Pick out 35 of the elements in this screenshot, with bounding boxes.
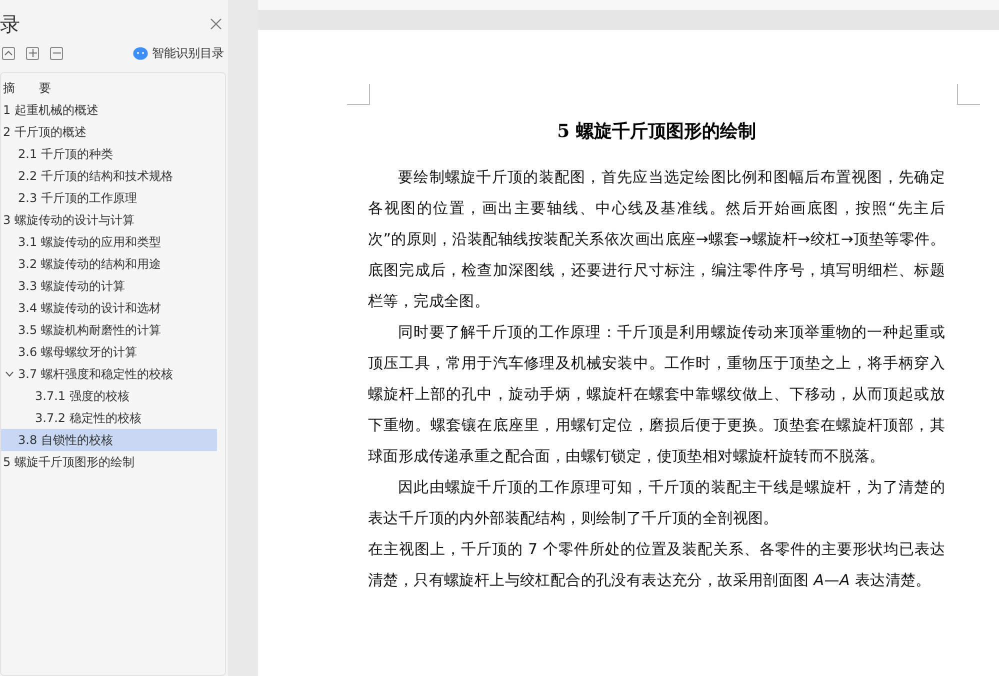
panel-title: 录 [0, 14, 20, 34]
toc-item[interactable]: 3.4 螺旋传动的设计和选材 [1, 297, 217, 319]
toc-item[interactable]: 2 千斤顶的概述 [1, 121, 217, 143]
toc-item[interactable]: 2.1 千斤顶的种类 [1, 143, 217, 165]
collapse-button[interactable] [2, 46, 15, 60]
body-paragraph: 因此由螺旋千斤顶的工作原理可知，千斤顶的装配主干线是螺旋杆，为了清楚的表达千斤顶的内外部装配结构，则绘制了千斤顶的全剖视图。 [368, 477, 945, 529]
smart-toc-link[interactable]: 智能识别目录 [152, 44, 224, 62]
toc-item[interactable]: 3.5 螺旋机构耐磨性的计算 [1, 319, 217, 341]
toc-item[interactable]: 3.1 螺旋传动的应用和类型 [1, 231, 217, 253]
chapter-heading: 5 螺旋千斤顶图形的绘制 [556, 120, 757, 144]
toc-item[interactable]: 3.3 螺旋传动的计算 [1, 275, 217, 297]
plus-icon [28, 49, 36, 57]
toc-item[interactable]: 3.7 螺杆强度和稳定性的校核 [1, 363, 217, 385]
toc-item[interactable]: 3.8 自锁性的校核 [1, 429, 217, 451]
close-icon[interactable] [210, 18, 222, 30]
crop-mark [957, 84, 980, 105]
toc-item[interactable]: 5 螺旋千斤顶图形的绘制 [1, 451, 217, 473]
cloud-icon [133, 46, 148, 60]
toc-item[interactable]: 2.2 千斤顶的结构和技术规格 [1, 165, 217, 187]
body-paragraph: 在主视图上，千斤顶的 7 个零件所处的位置及装配关系、各零件的主要形状均已表达清楚，只有螺旋杆上与绞杠配合的孔没有表达充分，故采用剖面图 A—A 表达清楚。 [368, 539, 945, 591]
body-paragraph: 要绘制螺旋千斤顶的装配图，首先应当选定绘图比例和图幅后布置视图，先确定各视图的位置，画出主要轴线、中心线及基准线。然后开始画底图，按照“先主后次”的原则，沿装配轴线按装配关系依次画出底座→螺套→螺旋杆→绞杠→顶垫等零件。底图完成后，检查加深图线，还要进行尺寸标注，编注零件序号，填写明细栏、标题栏等，完成全图。 [368, 167, 945, 312]
toc-item[interactable]: 1 起重机械的概述 [1, 99, 217, 121]
toc-item[interactable]: 3.6 螺母螺纹牙的计算 [1, 341, 217, 363]
toc-item[interactable]: 3.2 螺旋传动的结构和用途 [1, 253, 217, 275]
crop-mark [347, 84, 370, 105]
toc-item[interactable]: 摘 要 [1, 77, 217, 99]
chevron-icon[interactable] [5, 371, 14, 377]
expand-button[interactable] [26, 46, 39, 60]
toc-item[interactable]: 3 螺旋传动的设计与计算 [1, 209, 217, 231]
toc-item[interactable]: 3.7.1 强度的校核 [1, 385, 217, 407]
caret-icon [4, 50, 13, 56]
toc-item[interactable]: 3.7.2 稳定性的校核 [1, 407, 217, 429]
minus-button[interactable] [50, 46, 63, 60]
body-paragraph: 同时要了解千斤顶的工作原理：千斤顶是利用螺旋传动来顶举重物的一种起重或顶压工具，常用于汽车修理及机械安装中。工作时，重物压于顶垫之上，将手柄穿入螺旋杆上部的孔中，旋动手炳，螺旋杆在螺套中靠螺纹做上、下移动，从而顶起或放下重物。螺套镶在底座里，用螺钉定位，磨损后便于更换。顶垫套在螺旋杆顶部，其球面形成传递承重之配合面，由螺钉锁定，使顶垫相对螺旋杆旋转而不脱落。 [368, 322, 945, 467]
toc-item[interactable]: 2.3 千斤顶的工作原理 [1, 187, 217, 209]
